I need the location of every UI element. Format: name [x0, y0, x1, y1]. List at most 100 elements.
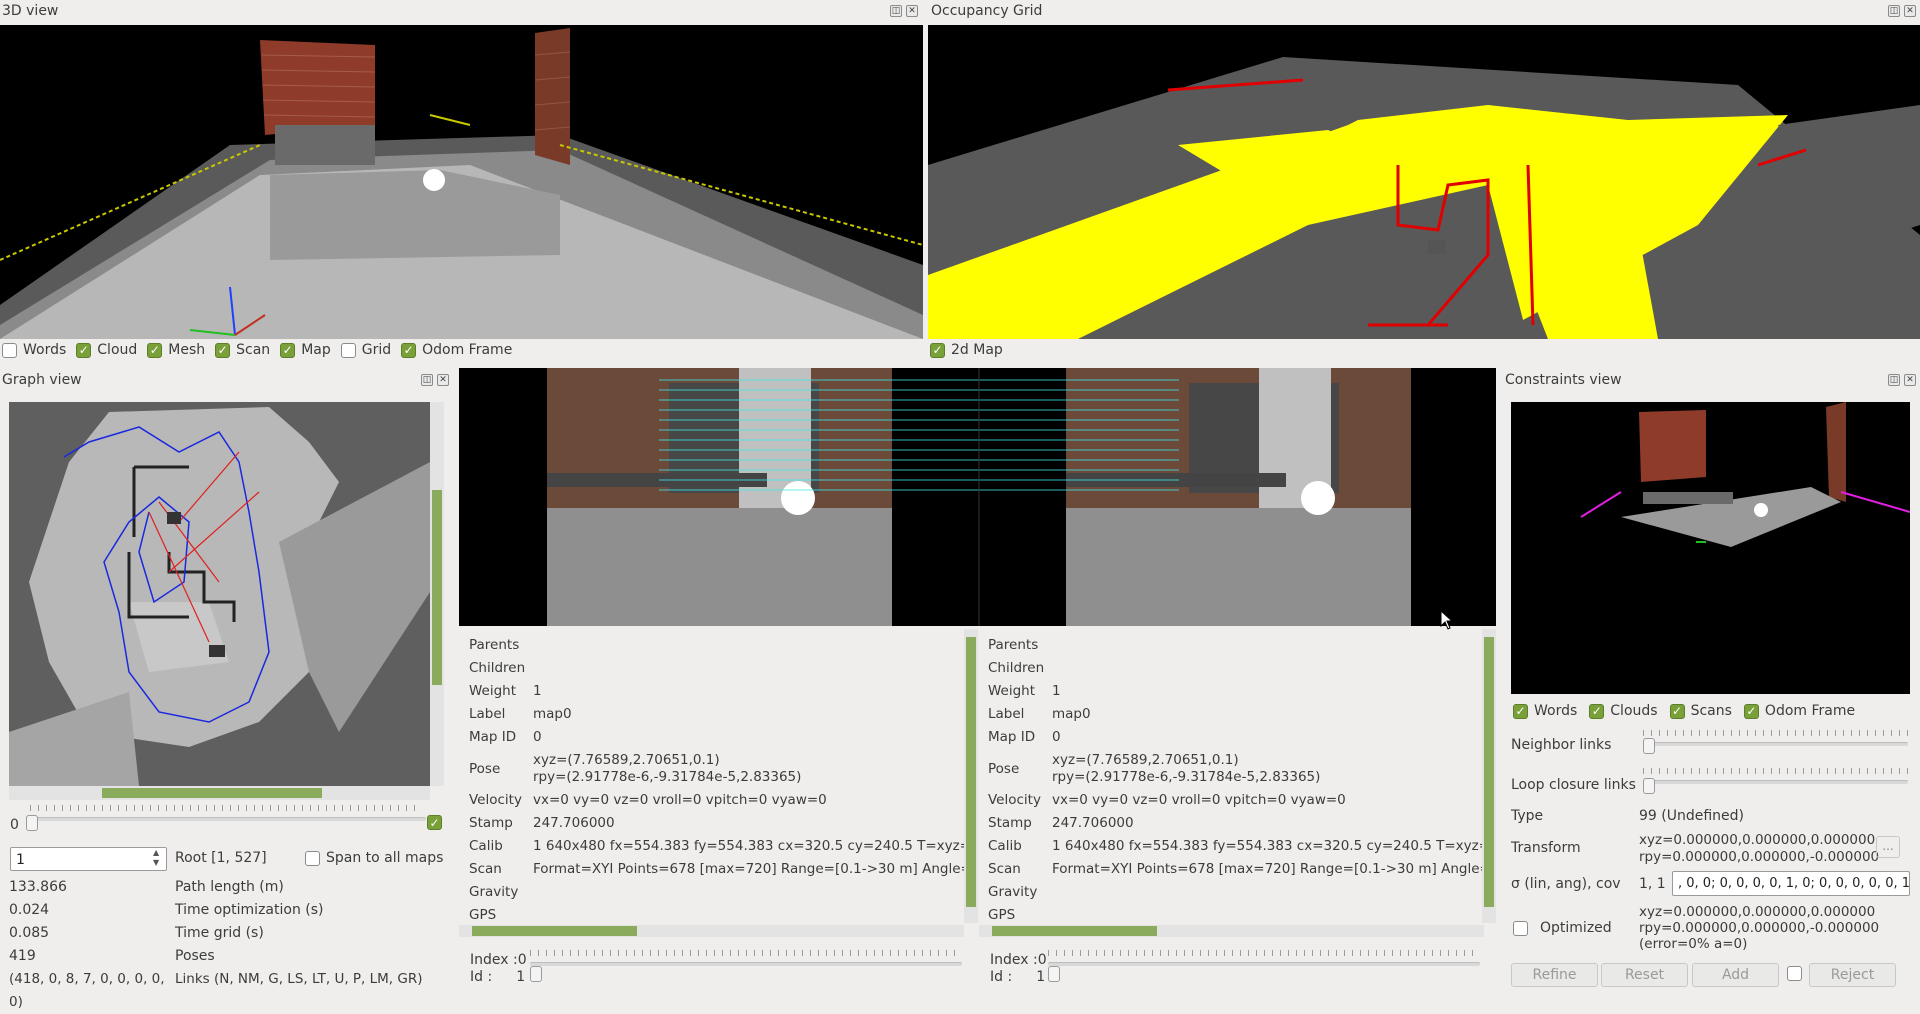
stat-row: 419 Poses	[9, 948, 215, 964]
panel-title-constraints-view: Constraints view	[1505, 372, 1622, 388]
mesh-checkbox[interactable]: ✓ Mesh	[147, 342, 205, 358]
occupancy-grid-scene	[928, 57, 1920, 339]
transform-label: Transform	[1511, 840, 1581, 856]
3d-scene	[0, 28, 923, 339]
reset-button[interactable]: Reset	[1601, 963, 1688, 987]
optimized-checkbox[interactable]: Optimized	[1513, 920, 1612, 936]
close-dock-button[interactable]: ✕	[1904, 5, 1916, 17]
scrollbar-thumb[interactable]	[992, 926, 1157, 936]
info-row: Pose xyz=(7.76589,2.70651,0.1) rpy=(2.9177…	[469, 749, 964, 789]
checkbox-box	[2, 342, 17, 358]
graph-slider-value: 0	[10, 817, 19, 833]
right-info-vertical-scrollbar[interactable]	[1482, 629, 1496, 923]
slider-handle[interactable]	[1048, 966, 1060, 982]
2d-map-checkbox[interactable]: ✓ 2d Map	[930, 342, 1003, 358]
right-info-horizontal-scrollbar[interactable]	[979, 925, 1484, 937]
info-row: Children	[988, 660, 1045, 676]
slider-track	[26, 817, 426, 821]
close-dock-button[interactable]: ✕	[437, 374, 449, 386]
transform-edit-button[interactable]: ...	[1876, 836, 1900, 858]
loop-closure-image-view[interactable]	[459, 368, 1496, 626]
check-icon: ✓	[1669, 703, 1685, 719]
graph-spin-input[interactable]: 1	[10, 847, 167, 871]
left-info-vertical-scrollbar[interactable]	[964, 629, 978, 923]
left-info-horizontal-scrollbar[interactable]	[459, 925, 964, 937]
spin-arrows-icon[interactable]: ▲ ▼	[153, 848, 159, 868]
info-row: Pose xyz=(7.76589,2.70651,0.1) rpy=(2.9177…	[988, 749, 1484, 789]
graph-horizontal-scrollbar[interactable]	[9, 786, 430, 800]
slider-track	[1048, 962, 1480, 966]
graph-canvas[interactable]	[9, 402, 430, 786]
span-to-all-maps-checkbox[interactable]: Span to all maps	[305, 850, 443, 866]
mouse-cursor-icon	[1440, 610, 1454, 630]
info-row: Map ID 0	[988, 729, 1061, 745]
loop-closure-links-slider[interactable]	[1643, 768, 1908, 794]
refine-button[interactable]: Refine	[1511, 963, 1598, 987]
cloud-checkbox[interactable]: ✓ Cloud	[76, 342, 137, 358]
info-row: Stamp 247.706000	[988, 815, 1134, 831]
stat-row: 133.866 Path length (m)	[9, 879, 284, 895]
graph-check-icon[interactable]: ✓	[427, 815, 442, 830]
slider-ticks	[1643, 768, 1908, 774]
info-row: Stamp 247.706000	[469, 815, 615, 831]
float-dock-button[interactable]: ◫	[1888, 5, 1900, 17]
constraints-3d-viewport[interactable]	[1511, 402, 1910, 694]
float-dock-button[interactable]: ◫	[1888, 374, 1900, 386]
close-dock-button[interactable]: ✕	[1904, 374, 1916, 386]
right-index-slider[interactable]	[1048, 950, 1480, 982]
3d-viewport[interactable]	[0, 25, 923, 339]
scrollbar-thumb[interactable]	[472, 926, 637, 936]
reject-button[interactable]: Reject	[1809, 963, 1896, 987]
optimized-value: xyz=0.000000,0.000000,0.000000 rpy=0.000…	[1639, 904, 1880, 952]
graph-slider[interactable]	[26, 805, 426, 831]
neighbor-links-slider[interactable]	[1643, 730, 1908, 754]
words-checkbox[interactable]: Words	[2, 342, 66, 358]
scrollbar-thumb[interactable]	[1484, 637, 1494, 907]
info-row: Label map0	[988, 706, 1091, 722]
slider-ticks	[530, 950, 962, 956]
covariance-input[interactable]: , 0, 0; 0, 0, 0, 0, 1, 0; 0, 0, 0, 0, 0,…	[1672, 871, 1910, 896]
slider-handle[interactable]	[530, 966, 542, 982]
slider-handle[interactable]	[26, 815, 38, 831]
left-index-slider[interactable]	[530, 950, 962, 982]
pose-value: xyz=(7.76589,2.70651,0.1) rpy=(2.91778e-6…	[533, 752, 802, 785]
add-button[interactable]: Add	[1692, 963, 1779, 987]
panel-title-3d-view: 3D view	[2, 3, 59, 19]
left-index-label: Index :0	[470, 952, 527, 968]
info-row: Weight 1	[469, 683, 542, 699]
close-dock-button[interactable]: ✕	[906, 5, 918, 17]
odom-frame-checkbox[interactable]: ✓ Odom Frame	[401, 342, 512, 358]
odom-frame-checkbox[interactable]: ✓ Odom Frame	[1743, 703, 1855, 719]
slider-handle[interactable]	[1643, 738, 1655, 754]
check-icon: ✓	[147, 342, 163, 358]
check-icon: ✓	[1513, 703, 1528, 719]
info-row: Gravity	[469, 884, 519, 900]
reject-option-checkbox[interactable]	[1787, 966, 1802, 981]
info-row: Weight 1	[988, 683, 1061, 699]
info-row: Calib 1 640x480 fx=554.383 fy=554.383 cx=…	[469, 838, 964, 854]
occupancy-grid-viewport[interactable]	[928, 25, 1920, 339]
graph-vertical-scrollbar[interactable]	[430, 402, 444, 786]
float-dock-button[interactable]: ◫	[421, 374, 433, 386]
grid-checkbox[interactable]: Grid	[340, 342, 391, 358]
scrollbar-thumb[interactable]	[102, 788, 322, 798]
loop-closure-links-label: Loop closure links	[1511, 777, 1636, 793]
words-checkbox[interactable]: ✓ Words	[1513, 703, 1577, 719]
scrollbar-thumb[interactable]	[966, 637, 976, 907]
scans-checkbox[interactable]: ✓ Scans	[1669, 703, 1732, 719]
info-row: GPS	[988, 907, 1016, 923]
check-icon: ✓	[280, 342, 296, 358]
clouds-checkbox[interactable]: ✓ Clouds	[1589, 703, 1658, 719]
scan-checkbox[interactable]: ✓ Scan	[215, 342, 270, 358]
info-row: Label map0	[469, 706, 572, 722]
scrollbar-thumb[interactable]	[432, 490, 442, 685]
type-value: 99 (Undefined)	[1639, 808, 1744, 824]
3d-view-options: Words ✓ Cloud ✓ Mesh ✓ Scan ✓ Map Grid ✓ Odom…	[2, 342, 512, 358]
map-checkbox[interactable]: ✓ Map	[280, 342, 331, 358]
check-icon: ✓	[401, 342, 417, 358]
info-table: Parents Children Weight 1 Label map0 Map I…	[979, 629, 1484, 927]
slider-handle[interactable]	[1643, 778, 1655, 794]
info-row: Scan Format=XYI Points=678 [max=720] Rang…	[988, 861, 1484, 877]
info-row: Children	[469, 660, 526, 676]
float-dock-button[interactable]: ◫	[890, 5, 902, 17]
